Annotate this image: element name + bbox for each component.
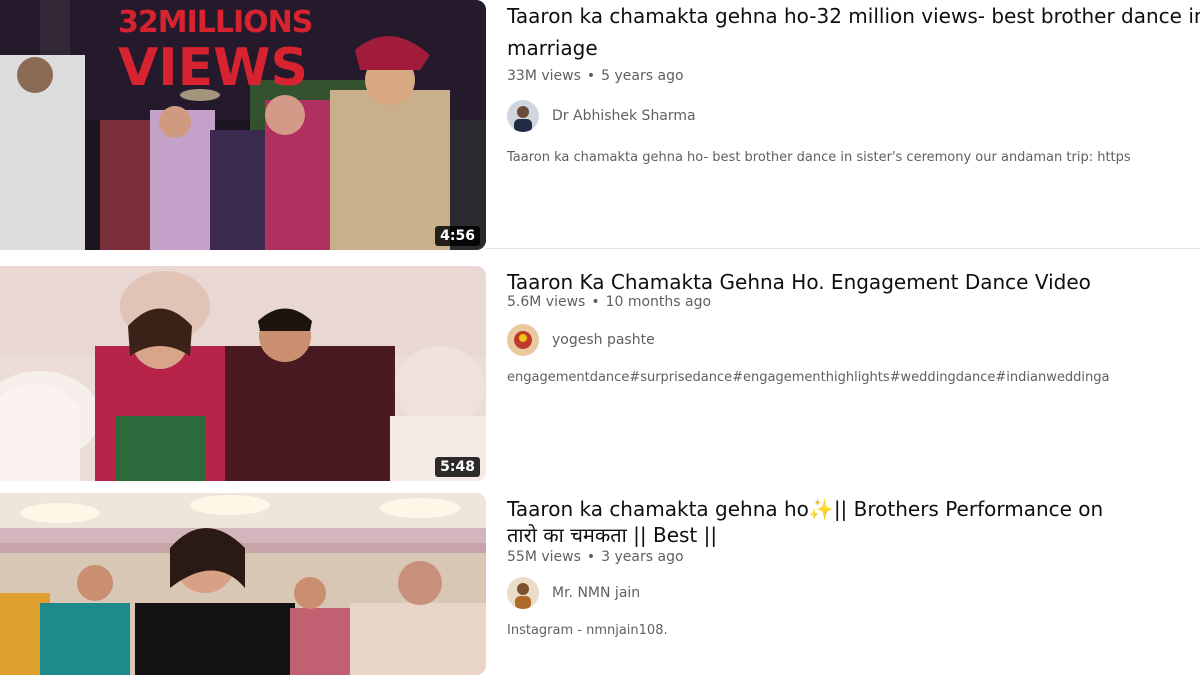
video-thumbnail-2[interactable]: 5:48 xyxy=(0,266,486,481)
video-info-3: Taaron ka chamakta gehna ho✨|| Brothers … xyxy=(507,493,1200,638)
video-meta-1: 33M views • 5 years ago xyxy=(507,68,1200,84)
view-count: 5.6M views xyxy=(507,294,586,310)
video-info-2: Taaron Ka Chamakta Gehna Ho. Engagement … xyxy=(507,266,1200,385)
channel-link-1[interactable]: Dr Abhishek Sharma xyxy=(507,100,1200,132)
thumbnail-image-2 xyxy=(0,266,486,481)
video-meta-3: 55M views • 3 years ago xyxy=(507,549,1200,565)
video-description-1: Taaron ka chamakta gehna ho- best brothe… xyxy=(507,150,1131,165)
video-title-1[interactable]: Taaron ka chamakta gehna ho-32 million v… xyxy=(507,0,1200,64)
thumbnail-overlay-text: 32MILLIONS VIEWS xyxy=(118,5,313,98)
view-count: 33M views xyxy=(507,68,581,84)
video-title-1-line2[interactable]: marriage xyxy=(507,32,1200,64)
channel-link-2[interactable]: yogesh pashte xyxy=(507,324,1200,356)
upload-age: 3 years ago xyxy=(601,549,684,565)
meta-separator: • xyxy=(586,68,596,84)
video-description-2: engagementdance#surprisedance#engagement… xyxy=(507,370,1110,385)
channel-link-3[interactable]: Mr. NMN jain xyxy=(507,577,1200,609)
video-result-2[interactable]: 5:48 Taaron Ka Chamakta Gehna Ho. Engage… xyxy=(0,266,1200,481)
video-duration-2: 5:48 xyxy=(435,457,480,477)
video-title-3[interactable]: Taaron ka chamakta gehna ho✨|| Brothers … xyxy=(507,493,1200,551)
video-title-3-text-b[interactable]: || Brothers Performance on xyxy=(834,497,1103,521)
video-title-1-line1[interactable]: Taaron ka chamakta gehna ho-32 million v… xyxy=(507,0,1200,32)
video-title-3-text-a[interactable]: Taaron ka chamakta gehna ho xyxy=(507,497,809,521)
channel-name[interactable]: Dr Abhishek Sharma xyxy=(552,108,696,124)
result-divider xyxy=(486,248,1200,249)
channel-avatar[interactable] xyxy=(507,100,539,132)
sparkles-icon: ✨ xyxy=(808,497,834,521)
video-result-1[interactable]: 32MILLIONS VIEWS 4:56 Taaron ka chamakta… xyxy=(0,0,1200,250)
video-info-1: Taaron ka chamakta gehna ho-32 million v… xyxy=(507,0,1200,165)
meta-separator: • xyxy=(586,549,596,565)
video-thumbnail-3[interactable] xyxy=(0,493,486,675)
video-duration-1: 4:56 xyxy=(435,226,480,246)
video-result-3[interactable]: Taaron ka chamakta gehna ho✨|| Brothers … xyxy=(0,493,1200,675)
video-thumbnail-1[interactable]: 32MILLIONS VIEWS 4:56 xyxy=(0,0,486,250)
channel-name[interactable]: yogesh pashte xyxy=(552,332,655,348)
video-description-3: Instagram - nmnjain108. xyxy=(507,623,668,638)
upload-age: 10 months ago xyxy=(605,294,712,310)
meta-separator: • xyxy=(591,294,600,310)
thumbnail-image-3 xyxy=(0,493,486,675)
view-count: 55M views xyxy=(507,549,581,565)
channel-avatar[interactable] xyxy=(507,324,539,356)
channel-avatar[interactable] xyxy=(507,577,539,609)
upload-age: 5 years ago xyxy=(601,68,684,84)
channel-name[interactable]: Mr. NMN jain xyxy=(552,585,640,601)
